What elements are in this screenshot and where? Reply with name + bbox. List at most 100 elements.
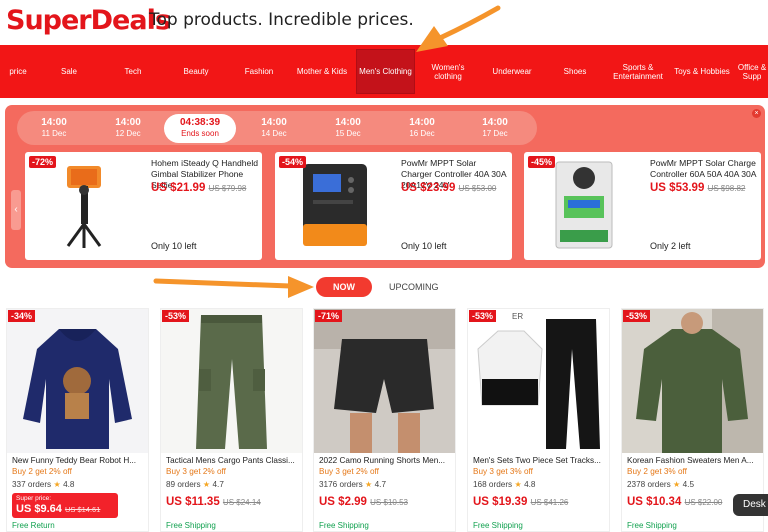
timeline-slot[interactable]: 14:00 14 Dec [239,111,309,145]
flash-deals-panel: × 14:00 11 Dec 14:00 12 Dec 04:38:39 End… [5,105,765,268]
product-orders: 337 orders ★ 4.8 [12,479,74,489]
timeline-slot[interactable]: 14:00 15 Dec [313,111,383,145]
slot-time: 14:00 [335,117,361,128]
product-rating: 4.7 [374,480,386,489]
timeline-slot-active[interactable]: 04:38:39 Ends soon [164,114,236,143]
product-orders: 168 orders ★ 4.8 [473,479,535,489]
nav-item-beauty[interactable]: Beauty [170,45,222,98]
discount-badge: -72% [29,156,57,168]
current-price: US $53.99 [650,182,705,194]
old-price: US $98.82 [707,184,746,193]
old-price: US $10.53 [370,498,408,507]
current-price: US $21.99 [151,182,206,194]
product-promo: Buy 2 get 3% off [627,467,687,476]
tab-now[interactable]: NOW [316,277,372,297]
superdeals-logo[interactable]: SuperDeals [6,5,171,36]
product-rating: 4.5 [682,480,694,489]
old-price: US $79.98 [208,184,247,193]
current-price: US $10.34 [627,496,682,508]
star-icon: ★ [364,480,373,489]
nav-item-tech[interactable]: Tech [108,45,158,98]
product-orders: 89 orders ★ 4.7 [166,479,224,489]
star-icon: ★ [672,480,681,489]
sweater-product-image [622,309,763,453]
timeline-slot[interactable]: 14:00 12 Dec [93,111,163,145]
discount-badge: -53% [623,310,651,322]
desktop-tooltip[interactable]: Desk [733,494,768,516]
discount-badge: -71% [315,310,343,322]
star-icon: ★ [514,480,522,489]
deal-price: US $21.99 US $79.98 [151,182,246,194]
timeline-slot[interactable]: 14:00 11 Dec [19,111,89,145]
product-rating: 4.8 [63,480,75,489]
product-card[interactable]: -34% New Funny Teddy Bear Robot H... Buy… [6,308,149,532]
deal-price: US $23.99 US $53.00 [401,182,496,194]
category-nav: price Sale Tech Beauty Fashion Mother & … [0,45,768,98]
tab-upcoming[interactable]: UPCOMING [389,282,439,292]
nav-item-fashion[interactable]: Fashion [233,45,285,98]
close-icon[interactable]: × [752,109,761,118]
slot-date: 14 Dec [261,129,287,138]
nav-item-price[interactable]: price [0,45,36,98]
stock-left: Only 10 left [401,241,447,251]
order-count: 168 orders [473,480,513,489]
slot-time: 14:00 [261,117,287,128]
product-card[interactable]: ER -53% Men's Sets Two Piece Set Tracks.… [467,308,610,532]
slot-date: 12 Dec [115,129,141,138]
order-count: 3176 orders [319,480,363,489]
nav-item-shoes[interactable]: Shoes [550,45,600,98]
product-shipping: Free Shipping [166,521,216,530]
super-price-label: Super price: [16,495,52,502]
product-shipping: Free Shipping [627,521,677,530]
nav-item-sale[interactable]: Sale [44,45,94,98]
arrow-head-icon [288,276,314,298]
star-icon: ★ [53,480,61,489]
product-title[interactable]: Korean Fashion Sweaters Men A... [627,456,759,465]
nav-item-sports-entertainment[interactable]: Sports & Entertainment [606,45,670,98]
nav-item-underwear[interactable]: Underwear [486,45,538,98]
product-price: US $10.34 US $22.00 [627,496,722,508]
product-title[interactable]: 2022 Camo Running Shorts Men... [319,456,451,465]
order-count: 2378 orders [627,480,671,489]
deal-title[interactable]: PowMr MPPT Solar Charge Controller 60A 5… [650,158,758,180]
nav-item-mother-kids[interactable]: Mother & Kids [292,45,352,98]
timeline-slot[interactable]: 14:00 16 Dec [387,111,457,145]
hoodie-product-image [7,309,148,453]
stock-left: Only 10 left [151,241,197,251]
product-title[interactable]: Tactical Mens Cargo Pants Classi... [166,456,298,465]
timeline-slot[interactable]: 14:00 17 Dec [460,111,530,145]
current-price: US $9.64 [16,503,62,515]
product-shipping: Free Shipping [319,521,369,530]
slot-date: 17 Dec [482,129,508,138]
slot-date: 15 Dec [335,129,361,138]
star-icon: ★ [202,480,211,489]
product-promo: Buy 3 get 2% off [166,467,226,476]
product-title[interactable]: Men's Sets Two Piece Set Tracks... [473,456,605,465]
deal-card[interactable]: -72% Hohem iSteady Q Handheld Gimbal Sta… [25,152,262,260]
deal-card[interactable]: -54% PowMr MPPT Solar Charger Controller… [275,152,512,260]
stock-left: Only 2 left [650,241,691,251]
deal-card[interactable]: -45% PowMr MPPT Solar Charge Controller … [524,152,761,260]
product-promo: Buy 3 get 2% off [319,467,379,476]
running-shorts-product-image [314,309,455,453]
current-price: US $19.39 [473,496,528,508]
nav-item-mens-clothing[interactable]: Men's Clothing [356,49,415,94]
old-price: US $14.61 [64,505,101,514]
product-title[interactable]: New Funny Teddy Bear Robot H... [12,456,144,465]
chevron-left-icon[interactable]: ‹ [11,190,21,230]
nav-item-womens-clothing[interactable]: Women's clothing [420,45,476,98]
header: SuperDeals Top products. Incredible pric… [0,0,768,45]
current-price: US $2.99 [319,496,367,508]
discount-badge: -53% [469,310,497,322]
nav-item-office-supplies[interactable]: Office & Supp [736,45,768,98]
product-shipping: Free Return [12,521,55,530]
old-price: US $24.14 [222,498,261,507]
deal-price: US $53.99 US $98.82 [650,182,745,194]
product-card[interactable]: -53% Tactical Mens Cargo Pants Classi...… [160,308,303,532]
product-promo: Buy 2 get 2% off [12,467,72,476]
gimbal-product-image [66,166,102,248]
nav-item-toys-hobbies[interactable]: Toys & Hobbies [671,45,733,98]
product-rating: 4.8 [524,480,536,489]
product-orders: 2378 orders ★ 4.5 [627,479,694,489]
product-card[interactable]: -71% 2022 Camo Running Shorts Men... Buy… [313,308,456,532]
